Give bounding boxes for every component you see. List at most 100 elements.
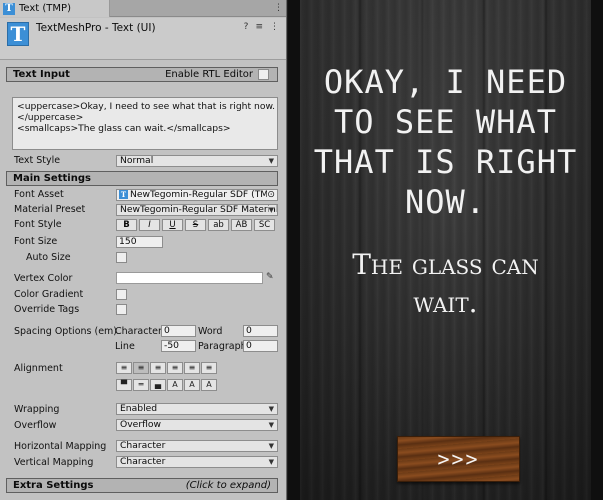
section-title: Extra Settings [13,480,94,491]
font-asset-label: Font Asset [14,189,64,200]
align-flush-button[interactable]: ≡ [184,362,200,374]
paragraph-spacing-label: Paragraph [198,341,243,352]
strikethrough-button[interactable]: S [185,219,206,231]
main-settings-section[interactable]: Main Settings [6,171,278,186]
inspector-panel: T Text (TMP) ⋮ T TextMeshPro - Text (UI)… [0,0,287,500]
horizontal-alignment-buttons: ≡ ≡ ≡ ≡ ≡ ≡ [116,362,217,374]
character-spacing-label: Character [115,326,162,337]
font-asset-field[interactable]: T NewTegomin-Regular SDF (TM ⊙ [116,189,278,201]
section-title: Main Settings [13,173,91,184]
override-tags-checkbox[interactable] [116,304,127,315]
presets-icon[interactable]: ≡ [255,22,263,32]
text-input-section[interactable]: Text Input Enable RTL Editor [6,67,278,82]
rtl-checkbox[interactable] [258,69,269,80]
horizontal-mapping-label: Horizontal Mapping [14,441,107,452]
component-header: T TextMeshPro - Text (UI) ? ≡ ⋮ [0,18,286,60]
eyedropper-icon[interactable]: ✎ [266,272,274,282]
game-view: Okay, I need to see what that is right n… [288,0,603,500]
align-bottom-button[interactable]: ▄ [150,379,166,391]
chevron-down-icon: ▼ [268,405,274,413]
chalkboard-background: Okay, I need to see what that is right n… [300,0,591,500]
rtl-editor-toggle[interactable]: Enable RTL Editor [165,68,269,81]
lowercase-button[interactable]: ab [208,219,229,231]
horizontal-mapping-dropdown[interactable]: Character ▼ [116,440,278,452]
wrapping-dropdown[interactable]: Enabled ▼ [116,403,278,415]
vertex-color-field[interactable] [116,272,263,284]
context-menu-icon[interactable]: ⋮ [270,22,279,32]
textmeshpro-icon: T [7,22,29,46]
uppercase-button[interactable]: AB [231,219,252,231]
section-title: Text Input [13,69,70,80]
auto-size-checkbox[interactable] [116,252,127,263]
spacing-options-label: Spacing Options (em) [14,326,118,337]
uppercase-text: Okay, I need to see what that is right n… [313,63,578,221]
align-baseline-button[interactable]: A [167,379,183,391]
field-value: NewTegomin-Regular SDF (TM [130,189,269,200]
align-midline-button[interactable]: A [184,379,200,391]
wrapping-label: Wrapping [14,404,60,415]
field-value: 0 [246,325,252,336]
overflow-dropdown[interactable]: Overflow ▼ [116,419,278,431]
text-line: <smallcaps>The glass can wait.</smallcap… [17,123,231,134]
chevron-down-icon: ▼ [268,421,274,429]
field-value: 0 [246,340,252,351]
auto-size-label: Auto Size [26,252,71,263]
chevron-down-icon: ▼ [268,458,274,466]
align-capline-button[interactable]: A [201,379,217,391]
color-gradient-label: Color Gradient [14,289,84,300]
dropdown-value: NewTegomin-Regular SDF Material [120,204,278,215]
font-style-label: Font Style [14,219,62,230]
next-button[interactable]: >>> [397,436,520,482]
underline-button[interactable]: U [162,219,183,231]
bold-button[interactable]: B [116,219,137,231]
chevron-down-icon: ▼ [268,442,274,450]
rendered-text: Okay, I need to see what that is right n… [300,62,591,322]
character-spacing-field[interactable]: 0 [161,325,196,337]
align-geometry-center-button[interactable]: ≡ [201,362,217,374]
align-top-button[interactable]: ▀ [116,379,132,391]
dropdown-value: Enabled [120,403,158,414]
object-picker-icon[interactable]: ⊙ [267,190,275,200]
word-spacing-field[interactable]: 0 [243,325,278,337]
line-spacing-label: Line [115,341,135,352]
field-value: 150 [119,236,137,247]
expand-hint: (Click to expand) [185,480,271,491]
material-preset-dropdown[interactable]: NewTegomin-Regular SDF Material ▼ [116,204,278,216]
paragraph-spacing-field[interactable]: 0 [243,340,278,352]
align-right-button[interactable]: ≡ [150,362,166,374]
align-center-button[interactable]: ≡ [133,362,149,374]
menu-dots-icon[interactable]: ⋮ [274,3,283,13]
inspector-titlebar: T Text (TMP) ⋮ [0,0,286,17]
tab-text-tmp[interactable]: T Text (TMP) [0,0,110,17]
dropdown-value: Character [120,456,166,467]
text-line: </uppercase> [17,112,84,123]
text-input-area[interactable]: <uppercase>Okay, I need to see what that… [12,97,278,150]
field-value: 0 [164,325,170,336]
vertical-mapping-label: Vertical Mapping [14,457,94,468]
vertical-alignment-buttons: ▀ ═ ▄ A A A [116,379,217,391]
align-left-button[interactable]: ≡ [116,362,132,374]
font-size-label: Font Size [14,236,58,247]
help-icon[interactable]: ? [244,22,249,32]
dropdown-value: Overflow [120,419,162,430]
field-value: -50 [164,340,180,351]
line-spacing-field[interactable]: -50 [161,340,196,352]
font-size-field[interactable]: 150 [116,236,163,248]
extra-settings-section[interactable]: Extra Settings (Click to expand) [6,478,278,493]
italic-button[interactable]: I [139,219,160,231]
smallcaps-button[interactable]: SC [254,219,275,231]
color-gradient-checkbox[interactable] [116,289,127,300]
chevron-down-icon: ▼ [268,205,274,215]
override-tags-label: Override Tags [14,304,80,315]
material-preset-label: Material Preset [14,204,86,215]
text-style-dropdown[interactable]: Normal ▼ [116,155,278,167]
smallcaps-text: The glass can wait. [352,248,539,319]
font-asset-icon: T [119,190,128,199]
align-justified-button[interactable]: ≡ [167,362,183,374]
vertical-mapping-dropdown[interactable]: Character ▼ [116,456,278,468]
chevron-down-icon: ▼ [268,157,274,165]
text-line: <uppercase>Okay, I need to see what that… [17,101,276,112]
align-middle-button[interactable]: ═ [133,379,149,391]
dropdown-value: Character [120,440,166,451]
text-style-label: Text Style [14,155,61,166]
